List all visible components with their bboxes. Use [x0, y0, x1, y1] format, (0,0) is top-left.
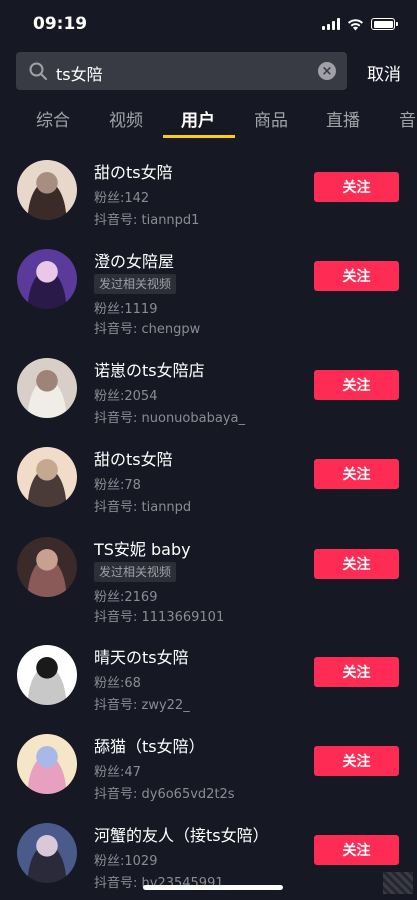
follow-button[interactable]: 关注	[314, 459, 399, 489]
follow-button[interactable]: 关注	[314, 746, 399, 776]
home-indicator	[143, 885, 283, 890]
follow-button[interactable]: 关注	[314, 172, 399, 202]
account-id: 抖音号: dy6o65vd2t2s	[94, 787, 235, 802]
follow-button[interactable]: 关注	[314, 657, 399, 687]
avatar[interactable]	[17, 358, 77, 418]
fans-count: 粉丝:47	[94, 765, 141, 780]
fans-count: 粉丝:2169	[94, 590, 158, 605]
battery-icon	[371, 18, 398, 30]
user-name: 诺崽のts女陪店	[94, 361, 205, 380]
user-name: 甜のts女陪	[94, 163, 173, 182]
cancel-button[interactable]: 取消	[367, 60, 401, 85]
search-input[interactable]: ts女陪 ×	[16, 52, 347, 90]
avatar[interactable]	[17, 645, 77, 705]
related-video-badge: 发过相关视频	[94, 274, 177, 294]
follow-button[interactable]: 关注	[314, 835, 399, 865]
user-name: 澄の女陪屋	[94, 252, 175, 271]
tab-users[interactable]: 用户	[181, 106, 215, 131]
search-icon	[29, 62, 47, 80]
user-name: 舔猫（ts女陪）	[94, 737, 205, 756]
search-tabs: 综合 视频 用户 商品 直播 音	[0, 100, 417, 140]
fans-count: 粉丝:78	[94, 478, 141, 493]
status-icons	[322, 16, 398, 32]
status-time: 09:19	[33, 14, 88, 34]
account-id: 抖音号: 1113669101	[94, 610, 225, 625]
account-id: 抖音号: nuonuobabaya_	[94, 411, 245, 426]
tab-products[interactable]: 商品	[254, 106, 288, 131]
follow-button[interactable]: 关注	[314, 370, 399, 400]
search-query[interactable]: ts女陪	[56, 61, 103, 85]
cellular-signal-icon	[322, 18, 340, 30]
user-name: 晴天のts女陪	[94, 648, 189, 667]
account-id: 抖音号: zwy22_	[94, 698, 190, 713]
related-video-badge: 发过相关视频	[94, 562, 177, 582]
user-name: 甜のts女陪	[94, 450, 173, 469]
follow-button[interactable]: 关注	[314, 261, 399, 291]
avatar[interactable]	[17, 249, 77, 309]
fans-count: 粉丝:1119	[94, 302, 158, 317]
clear-search-icon[interactable]: ×	[318, 62, 336, 80]
user-name: 河蟹的友人（接ts女陪）	[94, 826, 269, 845]
account-id: 抖音号: tiannpd	[94, 500, 192, 515]
tab-comprehensive[interactable]: 综合	[36, 106, 70, 131]
fans-count: 粉丝:2054	[94, 389, 158, 404]
tab-music[interactable]: 音	[399, 106, 416, 131]
fans-count: 粉丝:142	[94, 191, 150, 206]
tab-videos[interactable]: 视频	[109, 106, 143, 131]
avatar[interactable]	[17, 447, 77, 507]
status-bar: 09:19	[0, 0, 417, 48]
fans-count: 粉丝:68	[94, 676, 141, 691]
account-id: 抖音号: tiannpd1	[94, 213, 200, 228]
wifi-icon	[348, 18, 363, 30]
avatar[interactable]	[17, 823, 77, 883]
account-id: 抖音号: chengpw	[94, 322, 201, 337]
tab-live[interactable]: 直播	[326, 106, 360, 131]
user-name: TS安妮 baby	[94, 540, 191, 559]
search-row: ts女陪 × 取消	[16, 52, 401, 90]
watermark-icon	[383, 872, 413, 894]
avatar[interactable]	[17, 160, 77, 220]
avatar[interactable]	[17, 734, 77, 794]
active-tab-indicator	[163, 135, 235, 138]
avatar[interactable]	[17, 537, 77, 597]
follow-button[interactable]: 关注	[314, 549, 399, 579]
fans-count: 粉丝:1029	[94, 854, 158, 869]
